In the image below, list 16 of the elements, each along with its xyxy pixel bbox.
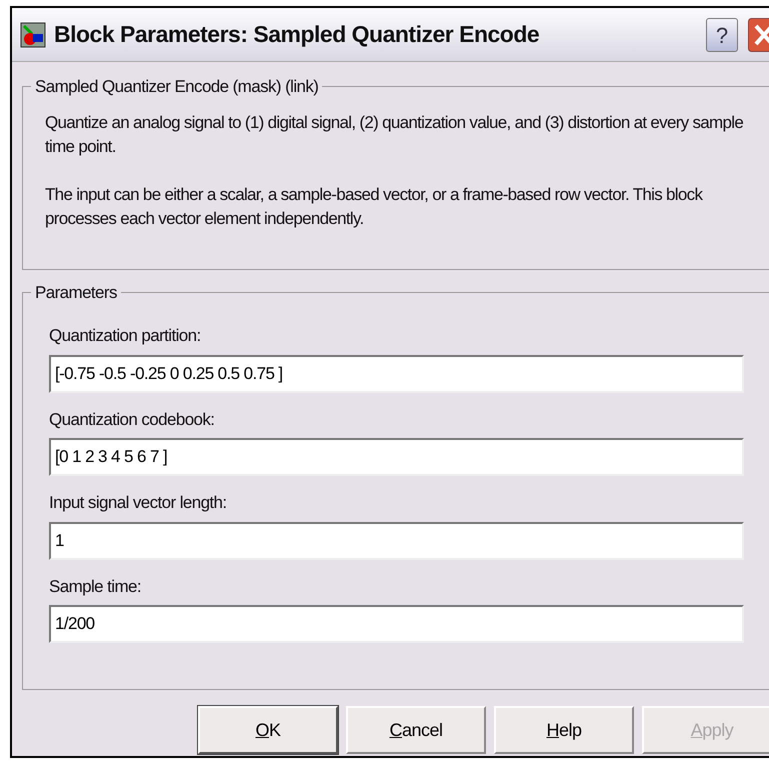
help-button[interactable]: ? [706,18,738,52]
dialog-button[interactable]: Help [494,706,634,754]
field-label: Input signal vector length: [49,492,228,514]
input-field[interactable]: 1 [49,522,744,560]
description-text: Quantize an analog signal to (1) digital signal, (2) quantization value, and (3) distortion at every sample time point. [45,112,744,158]
dialog-button[interactable]: OK [198,706,338,754]
input-field[interactable]: [0 1 2 3 4 5 6 7 ] [49,438,744,476]
input-field[interactable]: 1/200 [49,605,744,643]
field-label: Quantization codebook: [49,408,216,430]
field-label: Quantization partition: [49,325,202,347]
field-label: Sample time: [49,576,142,598]
dialog-button[interactable]: Cancel [346,706,486,754]
input-field[interactable]: [-0.75 -0.5 -0.25 0 0.25 0.5 0.75 ] [49,354,744,392]
description-text: The input can be either a scalar, a sample-based vector, or a frame-based row vector. This block processes each vector element independently. [45,184,704,230]
block-icon [20,22,46,48]
window-title: Block Parameters: Sampled Quantizer Encode [54,20,540,50]
